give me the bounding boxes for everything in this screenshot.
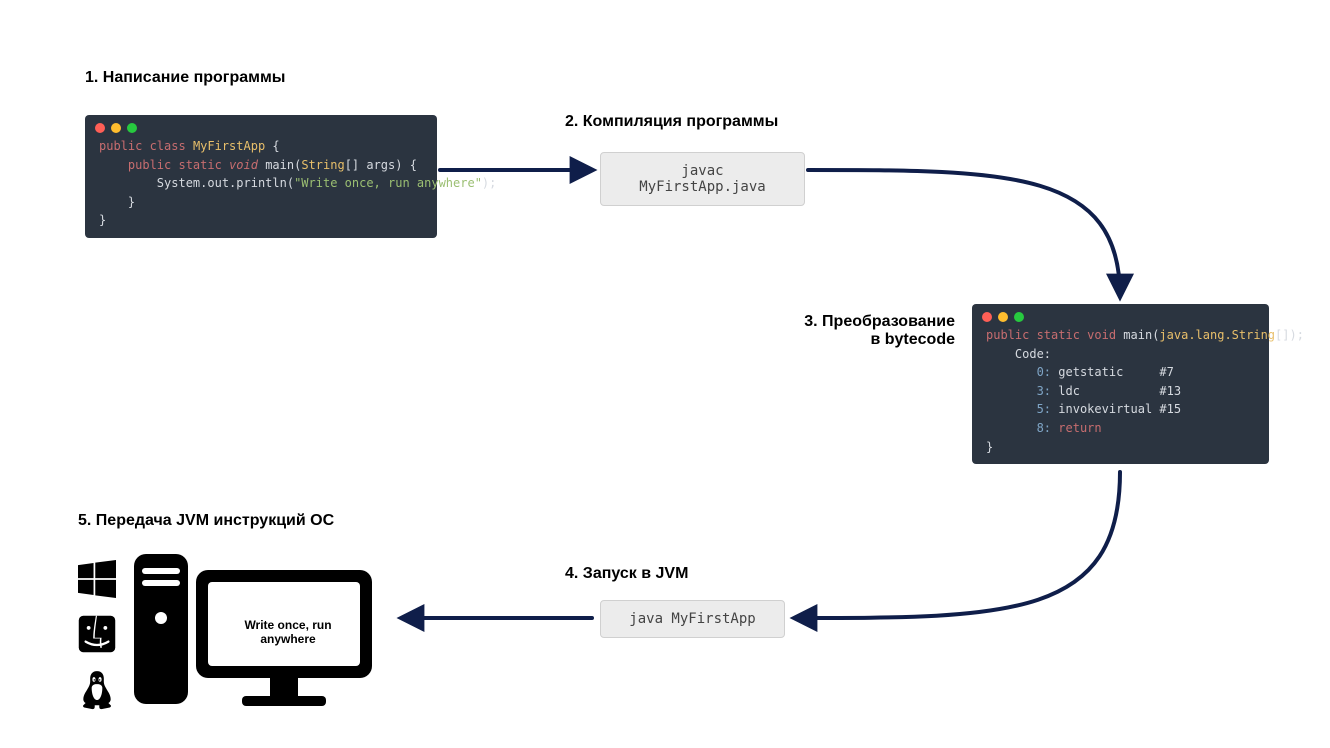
step-2-title: 2. Компиляция программы [565,113,778,131]
class-name: MyFirstApp [193,139,265,153]
bytecode-instruction: 3: ldc #13 [972,382,1269,401]
monitor-output-text: Write once, run anywhere [216,618,360,646]
step-1-title: 1. Написание программы [85,69,285,87]
bytecode-instruction: 5: invokevirtual #15 [972,400,1269,419]
macos-icon [78,615,116,653]
compile-command-box: javac MyFirstApp.java [600,152,805,206]
bytecode-block: public static void main(java.lang.String… [972,304,1269,464]
windows-icon [78,560,116,598]
source-code-block: public class MyFirstApp { public static … [85,115,437,238]
step-4-title: 4. Запуск в JVM [565,565,688,583]
window-controls-icon [972,304,1269,326]
step-5-title: 5. Передача JVM инструкций ОС [78,512,334,530]
window-controls-icon [85,115,437,137]
bytecode-code-label: Code: [1015,347,1051,361]
bytecode-instruction: 0: getstatic #7 [972,363,1269,382]
bytecode-instruction: 8: return [972,419,1269,438]
os-icons-group [78,560,116,719]
bytecode-sig-head: public static void [986,328,1116,342]
step-3-title: 3. Преобразование в bytecode [795,313,955,349]
bytecode-sig-method: main [1123,328,1152,342]
linux-icon [78,670,116,714]
string-literal: "Write once, run anywhere" [294,176,482,190]
run-command-box: java MyFirstApp [600,600,785,638]
bytecode-sig-param: java.lang.String [1159,328,1275,342]
